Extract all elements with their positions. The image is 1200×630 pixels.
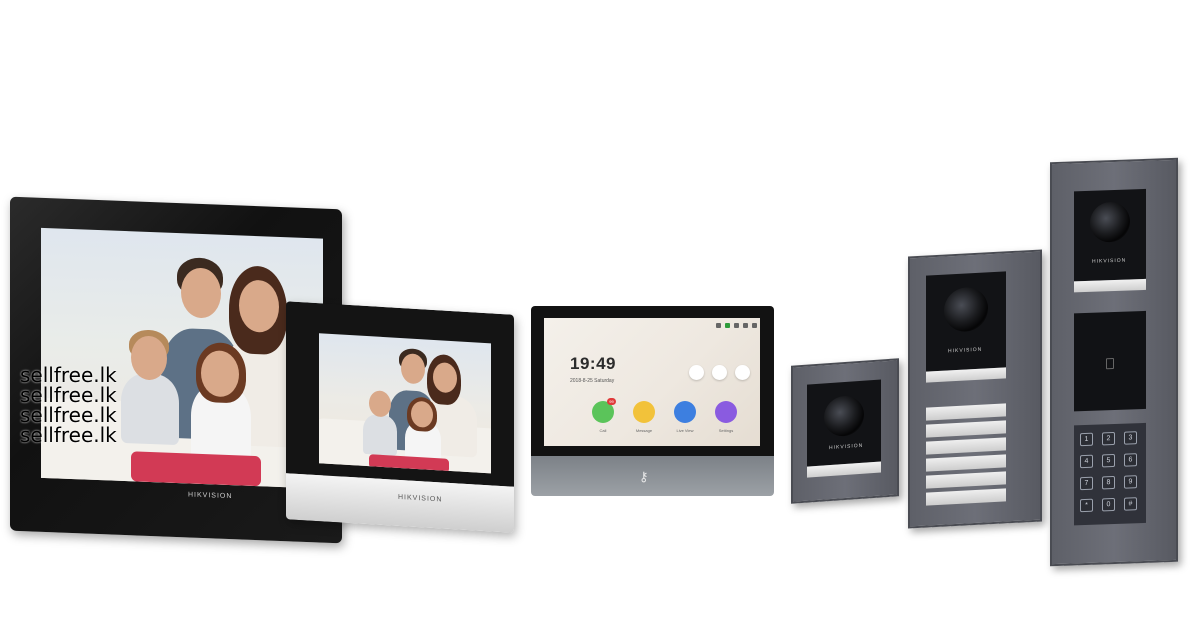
medium-indoor-monitor: HIKVISION xyxy=(286,301,514,533)
app-label-call: Call xyxy=(599,428,607,433)
camera-module: HIKVISION xyxy=(926,271,1006,372)
keypad-key-5[interactable]: 5 xyxy=(1102,453,1115,468)
keypad-key-1[interactable]: 1 xyxy=(1080,432,1093,447)
envelope-icon[interactable] xyxy=(633,401,655,423)
app-label-live-view: Live View xyxy=(676,428,694,433)
call-button-6[interactable] xyxy=(926,488,1006,506)
home-date: 2018-8-25 Saturday xyxy=(570,378,615,384)
camera-lens-icon xyxy=(824,394,864,438)
monitor-brand-logo: HIKVISION xyxy=(188,491,233,501)
keypad-key-9[interactable]: 9 xyxy=(1124,475,1137,489)
door-station-multi-button: HIKVISION xyxy=(908,249,1042,529)
call-button-4[interactable] xyxy=(926,454,1006,472)
camera-lens-icon xyxy=(944,286,988,333)
home-clock: 19:49 xyxy=(570,354,616,373)
touch-indoor-station: 19:49 2018-8-25 Saturday 99 Call Message… xyxy=(531,306,774,496)
key-icon[interactable]: ⚷ xyxy=(639,469,649,485)
keypad-module: 1 2 3 4 5 6 7 8 9 * 0 # xyxy=(1074,422,1146,526)
call-button-3[interactable] xyxy=(926,437,1006,455)
keypad-key-*[interactable]: * xyxy=(1080,498,1093,513)
keypad-key-2[interactable]: 2 xyxy=(1102,431,1115,446)
door-station-brand: HIKVISION xyxy=(948,346,983,355)
keypad-key-7[interactable]: 7 xyxy=(1080,476,1093,491)
call-button-1[interactable] xyxy=(926,403,1006,421)
name-tag-bar xyxy=(1074,278,1146,293)
family-photo xyxy=(41,228,323,489)
keypad-key-6[interactable]: 6 xyxy=(1124,453,1137,467)
door-station-single-module: HIKVISION xyxy=(791,358,899,504)
call-button-5[interactable] xyxy=(926,471,1006,489)
call-badge: 99 xyxy=(607,398,616,405)
keypad-key-3[interactable]: 3 xyxy=(1124,431,1137,445)
family-photo xyxy=(319,333,491,474)
door-station-keypad: HIKVISION 1 2 3 4 5 6 7 8 9 * 0 # xyxy=(1050,157,1178,567)
monitor-screen-family-photo xyxy=(319,333,491,474)
card-reader-icon xyxy=(1106,358,1114,370)
camera-module: HIKVISION xyxy=(807,379,881,467)
watermark-text: sellfree.lk xyxy=(20,423,117,447)
app-label-settings: Settings xyxy=(718,428,734,433)
watermark-text: sellfree.lk xyxy=(20,403,117,427)
camera-module: HIKVISION xyxy=(1074,188,1146,282)
eye-icon[interactable] xyxy=(674,401,696,423)
keypad-key-#[interactable]: # xyxy=(1124,497,1137,511)
card-reader-module[interactable] xyxy=(1074,310,1146,412)
door-station-brand: HIKVISION xyxy=(829,442,864,452)
quick-button-1-icon[interactable] xyxy=(689,365,704,380)
door-station-brand: HIKVISION xyxy=(1092,257,1127,265)
keypad-key-8[interactable]: 8 xyxy=(1102,475,1115,490)
app-label-message: Message xyxy=(635,428,653,433)
quick-button-2-icon[interactable] xyxy=(712,365,727,380)
monitor-screen-family-photo xyxy=(41,227,323,489)
keypad-key-0[interactable]: 0 xyxy=(1102,497,1115,512)
watermark-text: sellfree.lk xyxy=(20,363,117,387)
call-button-2[interactable] xyxy=(926,420,1006,438)
watermark-text: sellfree.lk xyxy=(20,383,117,407)
home-screen: 19:49 2018-8-25 Saturday 99 Call Message… xyxy=(544,318,760,446)
home-icon[interactable] xyxy=(735,365,750,380)
keypad-key-4[interactable]: 4 xyxy=(1080,454,1093,469)
gear-icon[interactable] xyxy=(715,401,737,423)
camera-lens-icon xyxy=(1090,201,1130,243)
